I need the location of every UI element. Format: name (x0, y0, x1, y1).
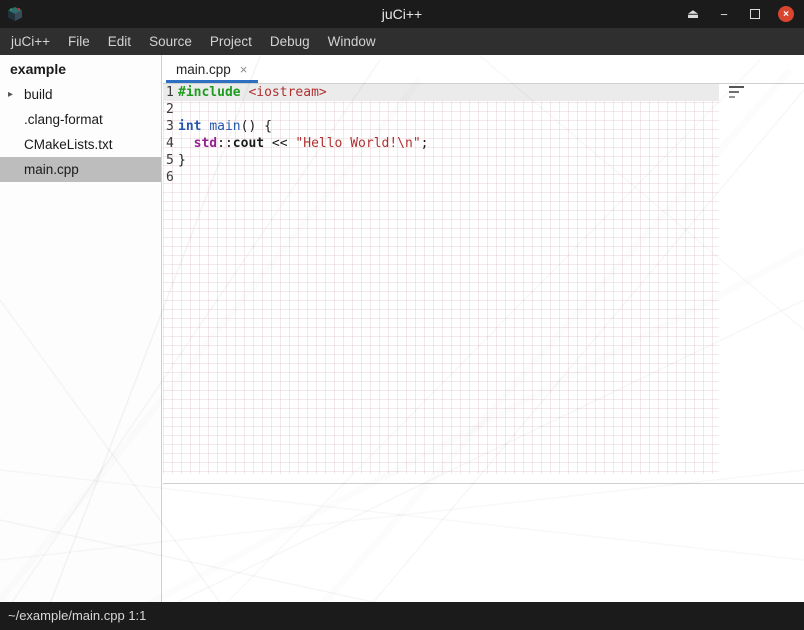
window-controls: ⏏ − × (685, 0, 794, 28)
tab-label: main.cpp (176, 62, 231, 77)
code-token: () { (241, 119, 272, 134)
code-token: "Hello World!\n" (295, 136, 420, 151)
code-line-2[interactable]: 2 (163, 101, 719, 118)
maximize-icon (750, 9, 760, 19)
code-token: std (194, 136, 217, 151)
code-line-3[interactable]: 3int main() { (163, 118, 719, 135)
code-line-1[interactable]: 1#include <iostream> (163, 84, 719, 101)
tree-root-folder[interactable]: example (0, 55, 161, 82)
line-number: 4 (163, 135, 178, 152)
close-button[interactable]: × (778, 6, 794, 22)
main-content: main.cpp× 1#include <iostream>23int main… (163, 55, 804, 602)
line-number: 3 (163, 118, 178, 135)
code-line-5[interactable]: 5} (163, 152, 719, 169)
code-lines: 1#include <iostream>23int main() {4 std:… (163, 84, 804, 186)
file-tree: ▸build .clang-format CMakeLists.txt main.cp… (0, 82, 161, 182)
code-token (178, 136, 194, 151)
line-number: 6 (163, 169, 178, 186)
line-number: 2 (163, 101, 178, 118)
window-title: juCi++ (0, 0, 804, 28)
tree-item-main-cpp[interactable]: main.cpp (0, 157, 161, 182)
menu-item-window[interactable]: Window (319, 28, 385, 55)
code-token: ; (421, 136, 429, 151)
menu-item-file[interactable]: File (59, 28, 99, 55)
code-text: } (178, 153, 186, 168)
tree-item-label: .clang-format (24, 112, 103, 127)
tab-close-icon[interactable]: × (240, 62, 248, 77)
keep-above-button[interactable]: ⏏ (685, 6, 701, 22)
eject-icon: ⏏ (687, 6, 699, 22)
maximize-button[interactable] (747, 6, 763, 22)
minimize-icon: − (720, 7, 728, 22)
code-text: int main() { (178, 119, 272, 134)
output-panel[interactable] (163, 483, 804, 602)
code-token: <iostream> (248, 85, 326, 100)
tree-item-clang-format[interactable]: .clang-format (0, 107, 161, 132)
code-token: #include (178, 85, 241, 100)
menu-item-juci[interactable]: juCi++ (2, 28, 59, 55)
tree-item-build[interactable]: ▸build (0, 82, 161, 107)
status-file-path: ~/example/main.cpp 1:1 (8, 608, 146, 623)
code-token: } (178, 153, 186, 168)
app-window: juCi++ ⏏ − × juCi++FileEditSourceProject… (0, 0, 804, 630)
minimap-line (729, 96, 735, 98)
tree-item-label: main.cpp (24, 162, 79, 177)
file-tree-panel: example ▸build .clang-format CMakeLists.tx… (0, 55, 162, 602)
title-bar: juCi++ ⏏ − × (0, 0, 804, 28)
tab-main-cpp[interactable]: main.cpp × (166, 55, 258, 83)
code-text: std::cout << "Hello World!\n"; (178, 136, 428, 151)
minimize-button[interactable]: − (716, 6, 732, 22)
code-line-4[interactable]: 4 std::cout << "Hello World!\n"; (163, 135, 719, 152)
tree-item-label: build (24, 87, 53, 102)
menu-item-edit[interactable]: Edit (99, 28, 140, 55)
code-token: :: (217, 136, 233, 151)
tree-item-label: CMakeLists.txt (24, 137, 113, 152)
tab-bar: main.cpp × (163, 55, 804, 84)
menu-item-debug[interactable]: Debug (261, 28, 319, 55)
menu-bar: juCi++FileEditSourceProjectDebugWindow (0, 28, 804, 55)
code-text: #include <iostream> (178, 85, 327, 100)
code-token: << (264, 136, 295, 151)
code-token: main (209, 119, 240, 134)
menu-item-project[interactable]: Project (201, 28, 261, 55)
code-line-6[interactable]: 6 (163, 169, 719, 186)
code-editor[interactable]: 1#include <iostream>23int main() {4 std:… (163, 84, 804, 483)
line-number: 5 (163, 152, 178, 169)
close-icon: × (783, 9, 789, 20)
scroll-minimap[interactable] (729, 86, 751, 101)
tree-item-cmakelists-txt[interactable]: CMakeLists.txt (0, 132, 161, 157)
code-token: int (178, 119, 201, 134)
menu-item-source[interactable]: Source (140, 28, 201, 55)
minimap-line (729, 91, 739, 93)
expand-arrow-icon[interactable]: ▸ (8, 89, 24, 100)
status-bar: ~/example/main.cpp 1:1 (0, 602, 804, 630)
minimap-line (729, 86, 744, 88)
code-token: cout (233, 136, 264, 151)
line-number: 1 (163, 84, 178, 101)
